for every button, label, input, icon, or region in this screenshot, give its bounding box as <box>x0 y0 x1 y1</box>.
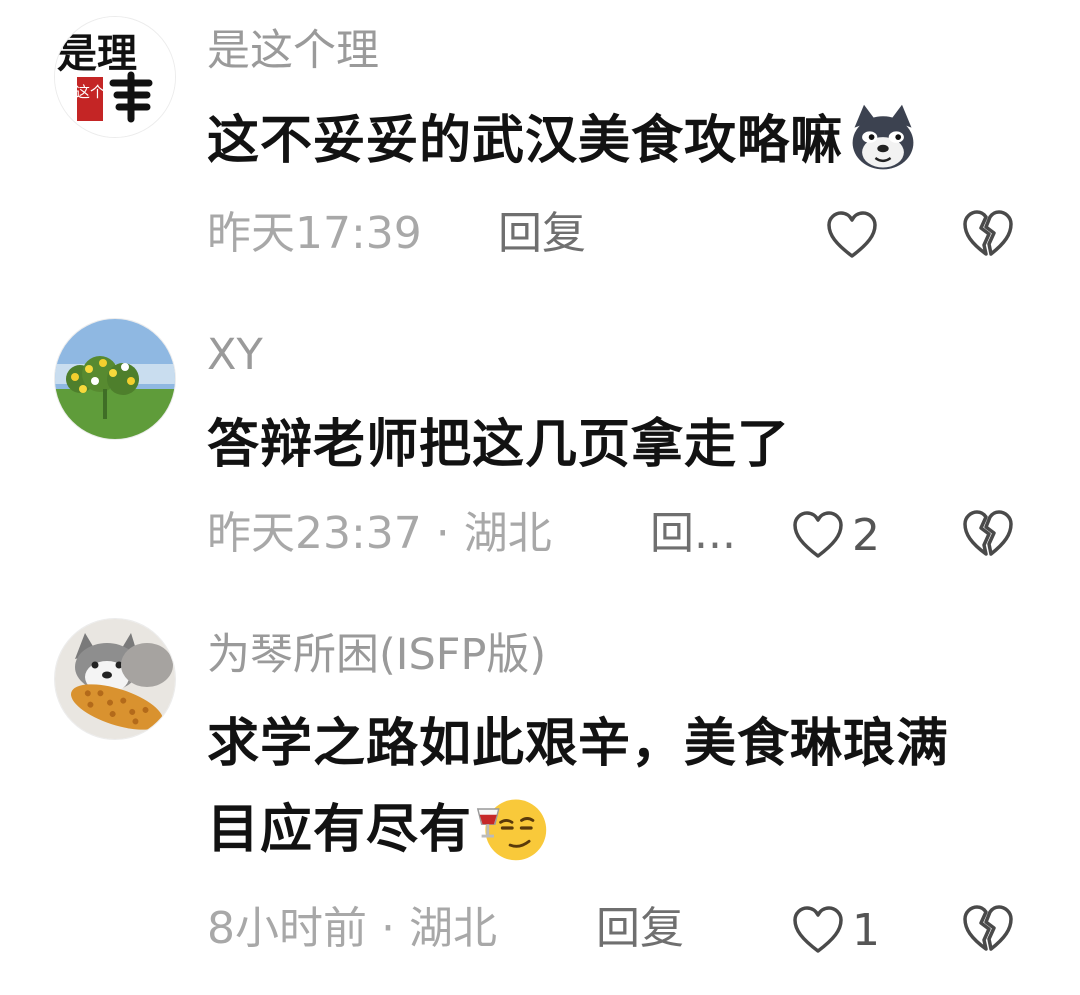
comment-text: 答辩老师把这几页拿走了 <box>207 402 1027 488</box>
like-count: 1 <box>852 904 880 956</box>
broken-heart-icon <box>963 510 1013 556</box>
user-avatar[interactable] <box>54 618 176 740</box>
heart-outline-icon <box>793 906 843 953</box>
user-avatar[interactable]: 是理 这个 <box>54 16 176 138</box>
comment-timestamp: 昨天17:39 <box>207 208 422 259</box>
smirk-wine-emoji-icon <box>474 790 550 866</box>
comment-text: 这不妥妥的武汉美食攻略嘛 <box>207 98 1027 184</box>
broken-heart-icon <box>963 210 1013 256</box>
avatar-seal-text: 是理 <box>57 30 137 77</box>
comment-username[interactable]: XY <box>207 329 263 381</box>
dislike-button[interactable] <box>962 209 1014 259</box>
flower-field-avatar-icon <box>55 319 175 439</box>
wolf-emoji-icon <box>845 101 921 177</box>
comment-text-segment: 目应有尽有 <box>207 800 473 860</box>
dislike-button[interactable] <box>962 509 1014 559</box>
comment-username[interactable]: 是这个理 <box>207 25 379 77</box>
comment-text-line: 答辩老师把这几页拿走了 <box>207 415 791 475</box>
comment-timestamp: 昨天23:37 · 湖北 <box>207 508 552 559</box>
broken-heart-icon <box>963 905 1013 951</box>
comment-text-line: 这不妥妥的武汉美食攻略嘛 <box>207 98 1027 184</box>
comment-text-line: 求学之路如此艰辛，美食琳琅满 <box>207 714 950 774</box>
like-button[interactable] <box>826 207 886 263</box>
reply-button[interactable]: 回复 <box>596 901 684 957</box>
heart-outline-icon <box>793 511 843 558</box>
heart-outline-icon <box>827 211 877 258</box>
comment-timestamp: 8小时前 · 湖北 <box>207 903 497 954</box>
comment-text-segment: 这不妥妥的武汉美食攻略嘛 <box>207 111 844 171</box>
calligraphy-seal-avatar-icon: 是理 这个 <box>55 17 175 137</box>
reply-button[interactable]: 回... <box>650 506 736 562</box>
reply-button[interactable]: 回复 <box>498 206 586 262</box>
comment-username[interactable]: 为琴所困(ISFP版) <box>207 629 546 681</box>
avatar-seal-small-text: 这个 <box>75 83 105 101</box>
like-button[interactable]: 2 <box>792 507 880 563</box>
dog-with-corn-avatar-icon <box>55 619 175 739</box>
comment-text: 求学之路如此艰辛，美食琳琅满 目应有尽有 <box>207 701 1027 873</box>
like-count: 2 <box>852 509 880 561</box>
dislike-button[interactable] <box>962 904 1014 954</box>
user-avatar[interactable] <box>54 318 176 440</box>
like-button[interactable]: 1 <box>792 902 880 958</box>
comment-text-line: 目应有尽有 <box>207 787 1027 873</box>
